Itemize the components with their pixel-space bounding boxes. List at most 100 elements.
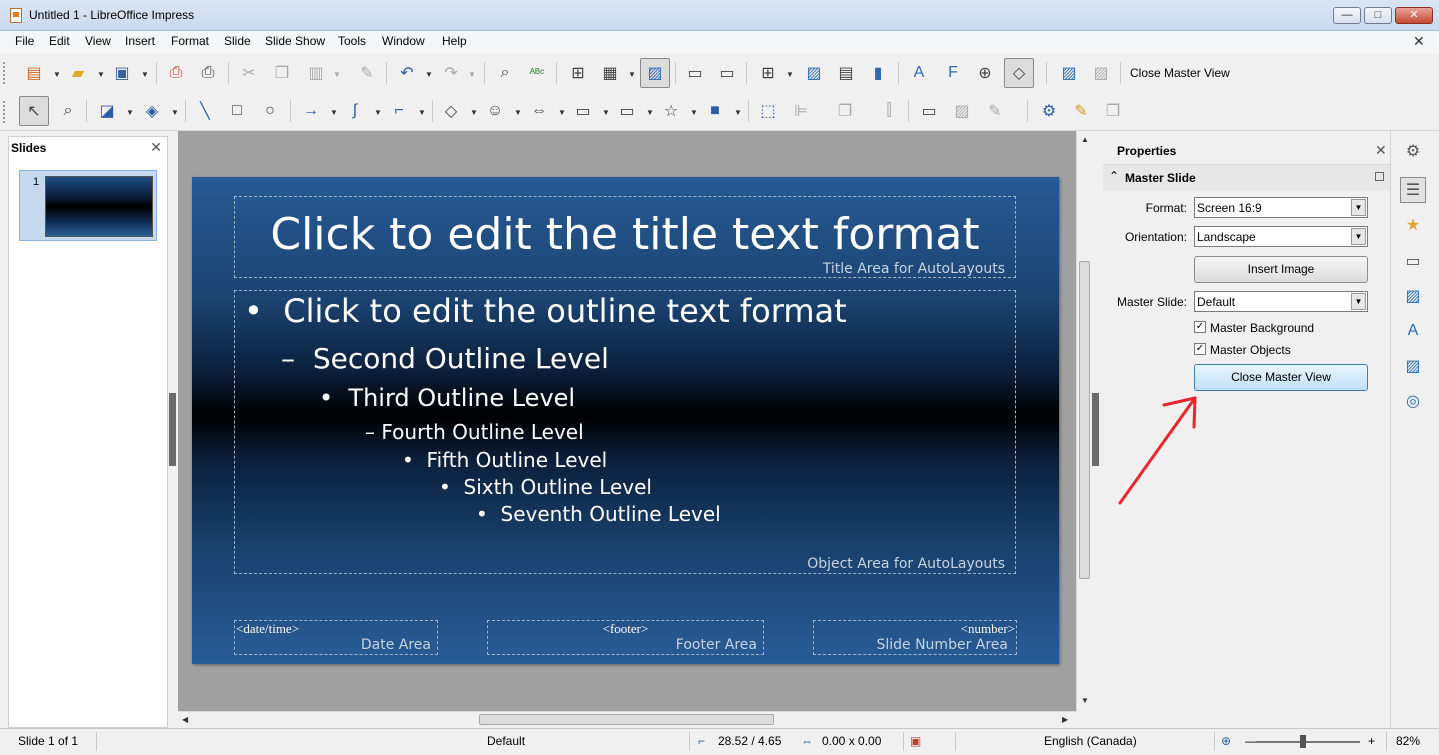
animation-tab-icon[interactable]: ★ [1400, 212, 1426, 238]
master-slide[interactable]: Click to edit the title text format Titl… [192, 177, 1059, 664]
chevron-down-icon[interactable]: ▼ [1351, 228, 1366, 245]
slide-transition-tab-icon[interactable]: ▭ [1400, 248, 1426, 274]
format-select[interactable]: Screen 16:9 ▼ [1194, 197, 1368, 218]
start-from-first-slide-icon[interactable]: ▭ [684, 62, 706, 84]
master-objects-checkbox[interactable]: ✓ [1194, 343, 1206, 355]
fit-slide-icon[interactable]: ⊕ [1221, 734, 1231, 748]
rectangle-icon[interactable]: □ [226, 100, 248, 122]
print-icon[interactable]: ⎙ [197, 62, 219, 84]
slide-number-placeholder[interactable]: <number> Slide Number Area [813, 620, 1017, 655]
block-arrows-icon[interactable]: ⇔ [528, 100, 550, 122]
toggle-extrusion-icon[interactable]: ⚙ [1038, 100, 1060, 122]
chevron-down-icon[interactable]: ▼ [602, 108, 610, 117]
close-window-button[interactable]: ✕ [1395, 7, 1433, 24]
styles-tab-icon[interactable]: A [1400, 318, 1426, 344]
3d-objects-icon[interactable]: ■ [704, 100, 726, 122]
zoom-slider[interactable] [1256, 741, 1360, 743]
curves-icon[interactable]: ∫ [344, 100, 366, 122]
title-placeholder[interactable]: Click to edit the title text format Titl… [234, 196, 1016, 278]
display-grid-icon[interactable]: ⊞ [567, 62, 589, 84]
menu-insert[interactable]: Insert [125, 34, 155, 48]
zoom-in-icon[interactable]: + [1368, 734, 1375, 748]
chevron-down-icon[interactable]: ▼ [418, 108, 426, 117]
chevron-down-icon[interactable]: ▼ [97, 70, 105, 79]
chevron-down-icon[interactable]: ▼ [786, 70, 794, 79]
new-master-icon[interactable]: ▨ [1058, 62, 1080, 84]
arrange-icon[interactable]: ❐ [834, 100, 856, 122]
basic-shapes-icon[interactable]: ◇ [440, 100, 462, 122]
open-folder-icon[interactable]: ▰ [67, 62, 89, 84]
align-objects-icon[interactable]: ⊫ [790, 100, 812, 122]
sidebar-splitter[interactable] [1092, 393, 1099, 466]
clone-formatting-icon[interactable]: ✎ [356, 62, 378, 84]
slides-pane-splitter[interactable] [169, 393, 176, 466]
menu-slide[interactable]: Slide [224, 34, 251, 48]
export-pdf-icon[interactable]: ⎙ [165, 62, 187, 84]
scroll-left-icon[interactable]: ◀ [182, 715, 188, 724]
chevron-down-icon[interactable]: ▼ [333, 70, 341, 79]
chevron-down-icon[interactable]: ▼ [1351, 199, 1366, 216]
horizontal-scroll-thumb[interactable] [479, 714, 774, 725]
date-placeholder[interactable]: <date/time> Date Area [234, 620, 438, 655]
chevron-down-icon[interactable]: ▼ [53, 70, 61, 79]
display-views-icon[interactable]: ▦ [599, 62, 621, 84]
line-color-icon[interactable]: ◪ [96, 100, 118, 122]
navigator-tab-icon[interactable]: ◎ [1400, 388, 1426, 414]
save-icon[interactable]: ▣ [111, 62, 133, 84]
lines-arrows-icon[interactable]: → [300, 100, 322, 122]
more-options-icon[interactable] [1375, 172, 1384, 181]
menu-file[interactable]: File [15, 34, 34, 48]
language[interactable]: English (Canada) [1044, 734, 1137, 748]
zoom-pan-icon[interactable]: ⌕ [57, 100, 79, 122]
master-slide-icon[interactable]: ▨ [640, 58, 670, 88]
chevron-down-icon[interactable]: ▼ [374, 108, 382, 117]
master-background-label[interactable]: Master Background [1210, 321, 1314, 335]
points-icon[interactable]: ⬚ [757, 100, 779, 122]
interaction-icon[interactable]: ❐ [1102, 100, 1124, 122]
chevron-down-icon[interactable]: ▼ [558, 108, 566, 117]
delete-master-icon[interactable]: ▨ [1090, 62, 1112, 84]
maximize-button[interactable]: □ [1364, 7, 1392, 24]
chevron-down-icon[interactable]: ▼ [468, 70, 476, 79]
scroll-right-icon[interactable]: ▶ [1062, 715, 1068, 724]
paste-icon[interactable]: ▥ [305, 62, 327, 84]
footer-placeholder[interactable]: <footer> Footer Area [487, 620, 764, 655]
close-document-icon[interactable]: ✕ [1413, 33, 1425, 50]
copy-icon[interactable]: ❐ [271, 62, 293, 84]
chevron-down-icon[interactable]: ▼ [171, 108, 179, 117]
flowchart-icon[interactable]: ▭ [572, 100, 594, 122]
chevron-down-icon[interactable]: ▼ [628, 70, 636, 79]
menu-window[interactable]: Window [382, 34, 425, 48]
close-icon[interactable]: ✕ [1375, 142, 1387, 159]
vertical-scroll-thumb[interactable] [1079, 261, 1090, 579]
toolbar-grip[interactable] [3, 62, 6, 84]
select-pointer-icon[interactable]: ↖ [19, 96, 49, 126]
insert-media-icon[interactable]: ▤ [835, 62, 857, 84]
document-modified-icon[interactable]: ▣ [910, 734, 921, 748]
toolbar-grip[interactable] [3, 101, 6, 123]
insert-hyperlink-icon[interactable]: ⊕ [974, 62, 996, 84]
insert-image-icon[interactable]: ▨ [803, 62, 825, 84]
undo-icon[interactable]: ↶ [396, 62, 418, 84]
vertical-scrollbar[interactable]: ▲ ▼ [1076, 131, 1092, 711]
insert-fontwork-icon[interactable]: F [942, 62, 964, 84]
gallery-tab-icon[interactable]: ▨ [1400, 353, 1426, 379]
insert-line-icon[interactable]: ╲ [194, 100, 216, 122]
master-slide-section-header[interactable]: ⌃ Master Slide [1103, 164, 1390, 190]
insert-text-box-icon[interactable]: A [908, 62, 930, 84]
start-from-current-slide-icon[interactable]: ▭ [716, 62, 738, 84]
glue-points-icon[interactable]: ✎ [1070, 100, 1092, 122]
chevron-down-icon[interactable]: ▼ [1351, 293, 1366, 310]
zoom-level[interactable]: 82% [1396, 734, 1420, 748]
stars-icon[interactable]: ☆ [660, 100, 682, 122]
menu-help[interactable]: Help [442, 34, 467, 48]
menu-tools[interactable]: Tools [338, 34, 366, 48]
close-master-view-button[interactable]: Close Master View [1194, 364, 1368, 391]
chevron-down-icon[interactable]: ▼ [141, 70, 149, 79]
callouts-icon[interactable]: ▭ [616, 100, 638, 122]
master-background-checkbox[interactable]: ✓ [1194, 321, 1206, 333]
cut-icon[interactable]: ✂ [238, 62, 260, 84]
chevron-down-icon[interactable]: ▼ [126, 108, 134, 117]
menu-view[interactable]: View [85, 34, 111, 48]
chevron-down-icon[interactable]: ▼ [646, 108, 654, 117]
